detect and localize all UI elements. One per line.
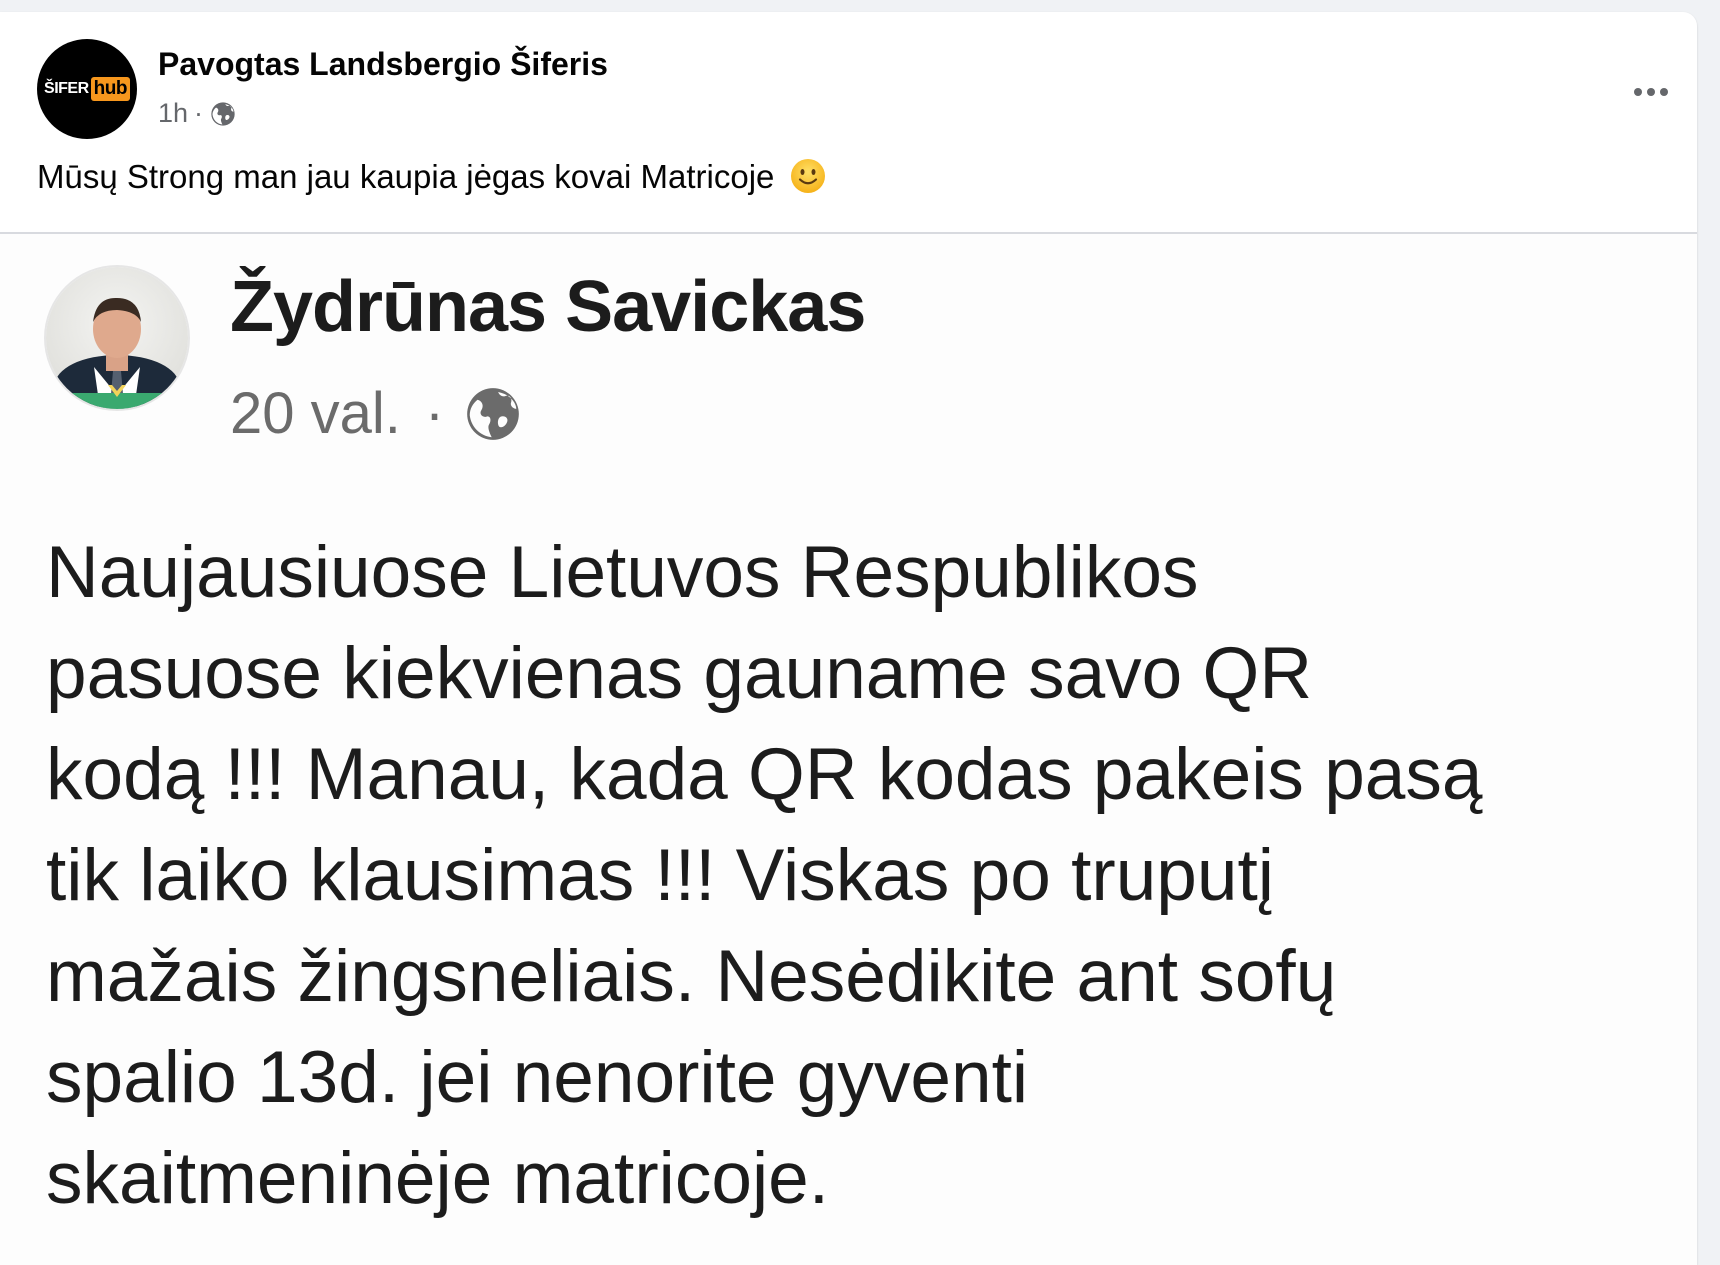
page-avatar[interactable]: ŠIFER hub xyxy=(37,39,137,139)
sifer-hub-logo: ŠIFER hub xyxy=(44,77,130,101)
slightly-smiling-face-emoji xyxy=(790,158,826,194)
globe-icon xyxy=(462,383,524,445)
more-options-icon[interactable] xyxy=(1629,74,1673,110)
logo-text-orange: hub xyxy=(90,77,130,101)
shared-meta-separator: · xyxy=(424,381,445,446)
post-timestamp[interactable]: 1h xyxy=(158,98,188,129)
author-avatar xyxy=(46,267,188,409)
globe-icon[interactable] xyxy=(209,100,237,128)
body-line: mažais žingsneliais. Nesėdikite ant sofų xyxy=(46,936,1337,1017)
body-line: spalio 13d. jei nenorite gyventi xyxy=(46,1037,1029,1118)
shared-author-name[interactable]: Žydrūnas Savickas xyxy=(230,266,866,348)
shared-post-screenshot[interactable]: Žydrūnas Savickas 20 val. · Naujausiuose… xyxy=(0,234,1697,1265)
body-line: tik laiko klausimas !!! Viskas po truput… xyxy=(46,835,1274,916)
body-line: kodą !!! Manau, kada QR kodas pakeis pas… xyxy=(46,734,1483,815)
body-line: Naujausiuose Lietuvos Respublikos xyxy=(46,532,1199,613)
shared-post-timestamp: 20 val. xyxy=(230,381,401,446)
post-text-content: Mūsų Strong man jau kaupia jėgas kovai M… xyxy=(37,158,775,195)
page-name[interactable]: Pavogtas Landsbergio Šiferis xyxy=(158,46,608,83)
logo-text-white: ŠIFER xyxy=(44,80,89,97)
shared-post-body: Naujausiuose Lietuvos Respublikos pasuos… xyxy=(46,522,1666,1229)
body-line: pasuose kiekvienas gauname savo QR xyxy=(46,633,1313,714)
shared-post-meta: 20 val. · xyxy=(230,380,524,447)
body-line: skaitmeninėje matricoje. xyxy=(46,1138,830,1219)
post-meta: 1h · xyxy=(158,98,237,129)
post-text: Mūsų Strong man jau kaupia jėgas kovai M… xyxy=(37,158,826,197)
meta-separator: · xyxy=(194,98,204,128)
post-card: ŠIFER hub Pavogtas Landsbergio Šiferis 1… xyxy=(0,12,1697,1265)
